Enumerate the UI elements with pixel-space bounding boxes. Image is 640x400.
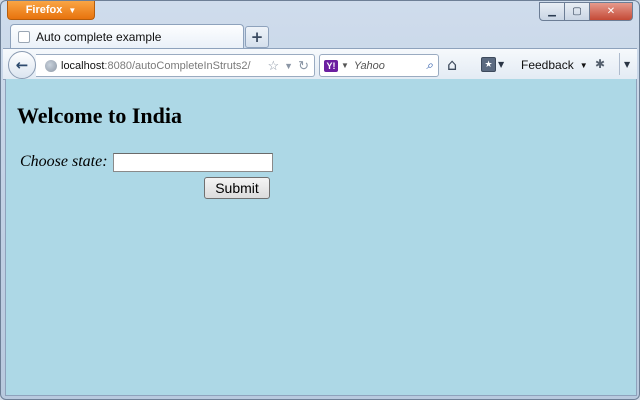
home-icon[interactable]: ⌂ — [447, 55, 457, 74]
reload-icon[interactable]: ↻ — [298, 58, 309, 74]
chevron-down-icon: ▼ — [68, 5, 77, 15]
chevron-down-icon: ▼ — [498, 60, 505, 69]
url-host: localhost — [61, 59, 105, 72]
browser-window: Firefox ▼ ▁ ▢ ✕ Auto complete example + … — [0, 0, 640, 400]
submit-button[interactable]: Submit — [204, 177, 270, 199]
search-engine-dropdown-icon[interactable]: ▼ — [341, 61, 349, 70]
new-tab-button[interactable]: + — [245, 26, 269, 48]
globe-icon — [45, 59, 57, 72]
tab-title: Auto complete example — [36, 30, 162, 44]
chevron-down-icon: ▼ — [624, 59, 631, 69]
yahoo-icon[interactable]: Y! — [324, 59, 338, 72]
url-bar-actions: ☆ ▼ ↻ — [268, 58, 314, 74]
minimize-button[interactable]: ▁ — [539, 2, 565, 21]
bookmark-star-icon[interactable]: ☆ — [268, 58, 280, 74]
bookmarks-icon: ★ — [481, 57, 496, 72]
state-input[interactable] — [113, 153, 273, 172]
firefox-menu-label: Firefox — [25, 4, 63, 16]
bookmarks-button[interactable]: ★ ▼ — [481, 57, 504, 72]
firefox-menu-button[interactable]: Firefox ▼ — [7, 1, 95, 20]
navigation-toolbar: ← localhost:8080/autoCompleteInStruts2/ … — [3, 48, 637, 80]
toolbar-overflow-button[interactable]: ▼ — [619, 53, 630, 75]
url-path: :8080/autoCompleteInStruts2/ — [104, 59, 251, 72]
search-bar[interactable]: Y! ▼ Yahoo ⌕ — [319, 54, 439, 77]
search-icon[interactable]: ⌕ — [426, 58, 433, 73]
url-history-dropdown-icon[interactable]: ▼ — [284, 61, 293, 71]
bug-icon[interactable]: ✱ — [595, 57, 605, 71]
close-button[interactable]: ✕ — [590, 2, 633, 21]
back-button[interactable]: ← — [8, 51, 36, 79]
plus-icon: + — [250, 28, 264, 46]
maximize-icon: ▢ — [572, 6, 582, 17]
state-label: Choose state: — [20, 153, 108, 170]
feedback-label: Feedback — [521, 58, 574, 72]
page-content: Welcome to India Choose state: Submit — [5, 79, 637, 396]
close-icon: ✕ — [606, 6, 616, 17]
page-favicon-icon — [18, 31, 30, 43]
url-bar[interactable]: localhost:8080/autoCompleteInStruts2/ ☆ … — [36, 54, 315, 77]
page-title: Welcome to India — [17, 103, 182, 128]
chevron-down-icon: ▼ — [579, 60, 588, 70]
tab-auto-complete[interactable]: Auto complete example — [10, 24, 244, 49]
search-placeholder: Yahoo — [353, 59, 385, 72]
minimize-icon: ▁ — [548, 6, 556, 17]
feedback-button[interactable]: Feedback ▼ — [521, 58, 588, 72]
back-arrow-icon: ← — [15, 56, 29, 74]
window-controls: ▁ ▢ ✕ — [539, 2, 633, 21]
maximize-button[interactable]: ▢ — [565, 2, 590, 21]
